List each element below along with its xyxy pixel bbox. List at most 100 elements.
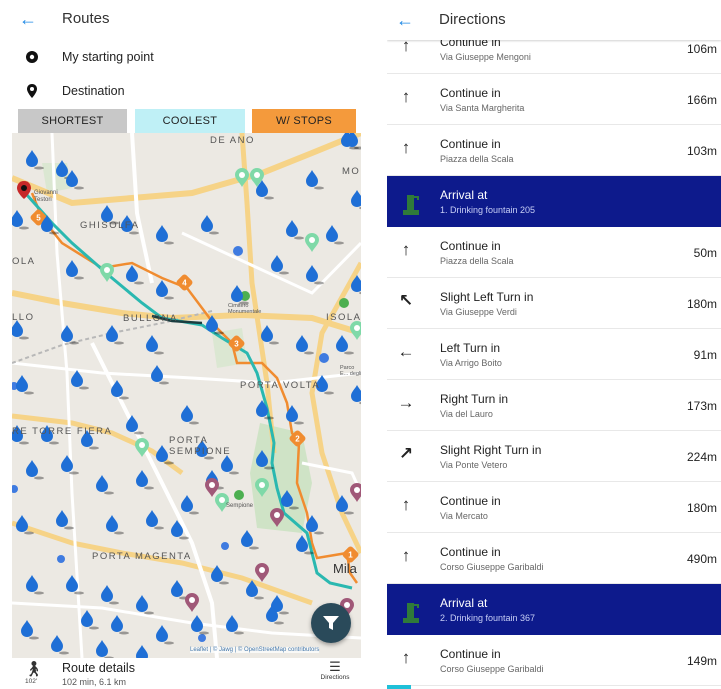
water-drop-marker[interactable] <box>136 595 148 612</box>
water-drop-marker[interactable] <box>261 325 273 342</box>
water-drop-marker[interactable] <box>296 335 308 352</box>
water-drop-marker[interactable] <box>256 450 268 467</box>
water-drop-marker[interactable] <box>106 515 118 532</box>
arrow-up-left-icon: ↖ <box>398 291 414 310</box>
water-drop-marker[interactable] <box>136 645 148 658</box>
water-drop-marker[interactable] <box>326 225 338 242</box>
water-drop-marker[interactable] <box>241 530 253 547</box>
direction-step[interactable]: ↑ Continue in Piazza della Scala 103m <box>387 125 721 176</box>
direction-step[interactable]: ↑ Continue in Via Mercato 180m <box>387 482 721 533</box>
direction-step[interactable]: ↗ Slight Right Turn in Via Ponte Vetero 224… <box>387 431 721 482</box>
water-drop-marker[interactable] <box>136 470 148 487</box>
water-drop-marker[interactable] <box>281 490 293 507</box>
water-drop-marker[interactable] <box>256 400 268 417</box>
water-drop-marker[interactable] <box>306 265 318 282</box>
directions-button[interactable]: ☰ Directions <box>314 660 356 688</box>
water-drop-marker[interactable] <box>156 625 168 642</box>
direction-step[interactable]: ↖ Slight Left Turn in Via Giuseppe Verdi 18… <box>387 278 721 329</box>
back-arrow-icon[interactable]: ← <box>19 8 37 30</box>
arrival-step[interactable]: Arrival at 1. Drinking fountain 205 <box>387 176 721 227</box>
water-drop-marker[interactable] <box>41 215 53 232</box>
water-drop-marker[interactable] <box>336 335 348 352</box>
water-drop-marker[interactable] <box>96 640 108 657</box>
water-drop-marker[interactable] <box>156 280 168 297</box>
shortest-mode-button[interactable]: SHORTEST <box>18 109 127 133</box>
water-drop-marker[interactable] <box>96 475 108 492</box>
water-drop-marker[interactable] <box>351 190 361 207</box>
water-drop-marker[interactable] <box>286 405 298 422</box>
coolest-mode-button[interactable]: COOLEST <box>135 109 245 133</box>
water-drop-marker[interactable] <box>246 580 258 597</box>
water-drop-marker[interactable] <box>111 380 123 397</box>
direction-step[interactable]: ↑ Continue in Corso Giuseppe Garibaldi 490m <box>387 533 721 584</box>
water-drop-marker[interactable] <box>351 385 361 402</box>
water-drop-marker[interactable] <box>156 225 168 242</box>
direction-step[interactable]: ← Left Turn in Via Arrigo Boito 91m <box>387 329 721 380</box>
drinking-fountain-icon <box>403 603 419 623</box>
water-drop-marker[interactable] <box>146 510 158 527</box>
water-drop-marker[interactable] <box>61 325 73 342</box>
water-drop-marker[interactable] <box>21 620 33 637</box>
water-drop-marker[interactable] <box>201 215 213 232</box>
water-drop-marker[interactable] <box>151 365 163 382</box>
water-drop-marker[interactable] <box>191 615 203 632</box>
water-drop-marker[interactable] <box>336 495 348 512</box>
marker-shadow <box>119 396 129 400</box>
starting-point-field[interactable]: My starting point <box>12 40 361 74</box>
filter-button[interactable] <box>311 603 351 643</box>
water-drop-marker[interactable] <box>101 585 113 602</box>
water-drop-marker[interactable] <box>12 210 23 227</box>
water-drop-marker[interactable] <box>66 575 78 592</box>
step-street: Corso Giuseppe Garibaldi <box>440 664 544 674</box>
destination-field[interactable]: Destination <box>12 74 361 108</box>
direction-step[interactable]: ↑ Continue in Via Santa Margherita 166m <box>387 74 721 125</box>
water-drop-marker[interactable] <box>66 260 78 277</box>
step-street: Via Mercato <box>440 511 488 521</box>
direction-step[interactable]: ↑ Continue in Piazza della Scala 50m <box>387 227 721 278</box>
water-drop-marker[interactable] <box>206 315 218 332</box>
water-drop-marker[interactable] <box>171 580 183 597</box>
water-drop-marker[interactable] <box>26 460 38 477</box>
water-drop-marker[interactable] <box>181 495 193 512</box>
water-drop-marker[interactable] <box>221 455 233 472</box>
water-drop-marker[interactable] <box>71 370 83 387</box>
water-drop-marker[interactable] <box>26 575 38 592</box>
water-drop-marker[interactable] <box>156 445 168 462</box>
marker-shadow <box>189 511 199 515</box>
page-title: Routes <box>62 10 110 27</box>
route-map[interactable]: 5 4 3 2 1 GHISOLFA BULLONA PORTA VOLTA P… <box>12 133 361 658</box>
arrival-step[interactable]: Arrival at 2. Drinking fountain 367 <box>387 584 721 635</box>
water-drop-marker[interactable] <box>286 220 298 237</box>
route-details-bar[interactable]: 🚶︎ 102' Route details 102 min, 6.1 km ☰ … <box>12 658 361 689</box>
water-drop-marker[interactable] <box>351 275 361 292</box>
water-drop-marker[interactable] <box>56 510 68 527</box>
water-drop-marker[interactable] <box>296 535 308 552</box>
water-drop-marker[interactable] <box>211 565 223 582</box>
water-drop-marker[interactable] <box>26 150 38 167</box>
water-drop-marker[interactable] <box>271 255 283 272</box>
water-drop-marker[interactable] <box>306 515 318 532</box>
water-drop-marker[interactable] <box>126 265 138 282</box>
water-drop-marker[interactable] <box>56 160 68 177</box>
water-drop-marker[interactable] <box>16 515 28 532</box>
water-drop-marker[interactable] <box>306 170 318 187</box>
water-drop-marker[interactable] <box>126 415 138 432</box>
directions-list[interactable]: ↑ Continue in Via Giuseppe Mengoni 106m ↑ Con… <box>387 23 721 686</box>
water-drop-marker[interactable] <box>81 610 93 627</box>
water-drop-marker[interactable] <box>106 325 118 342</box>
water-drop-marker[interactable] <box>226 615 238 632</box>
back-arrow-icon[interactable]: ← <box>396 9 414 31</box>
water-drop-marker[interactable] <box>16 375 28 392</box>
map-attribution[interactable]: Leaflet | © Jawg | © OpenStreetMap contr… <box>190 647 320 653</box>
stops-mode-button[interactable]: W/ STOPS <box>252 109 356 133</box>
step-distance: 91m <box>693 348 717 362</box>
water-drop-marker[interactable] <box>146 335 158 352</box>
water-drop-marker[interactable] <box>231 285 243 302</box>
water-drop-marker[interactable] <box>51 635 63 652</box>
water-drop-marker[interactable] <box>111 615 123 632</box>
water-drop-marker[interactable] <box>171 520 183 537</box>
direction-step[interactable]: → Right Turn in Via del Lauro 173m <box>387 380 721 431</box>
direction-step[interactable]: ↑ Continue in Corso Giuseppe Garibaldi 149m <box>387 635 721 686</box>
water-drop-marker[interactable] <box>61 455 73 472</box>
water-drop-marker[interactable] <box>181 405 193 422</box>
